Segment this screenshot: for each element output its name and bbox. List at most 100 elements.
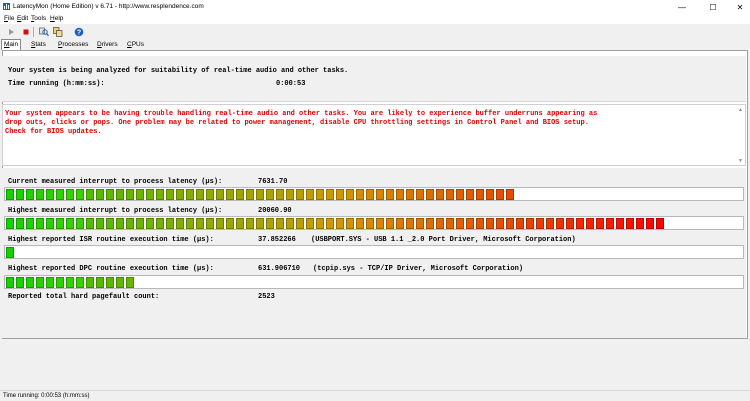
bar-segment <box>316 189 324 200</box>
metric-value: 20060.90 <box>258 207 292 215</box>
bar-segment <box>546 218 554 229</box>
scroll-down-arrow-icon[interactable]: ▼ <box>738 158 743 164</box>
analysis-status-box <box>2 56 746 102</box>
bar-segment <box>466 189 474 200</box>
time-running-label: Time running (h:mm:ss): <box>8 80 105 88</box>
bar-segment <box>496 189 504 200</box>
help-icon[interactable]: ? <box>73 26 85 38</box>
bar-segment <box>166 218 174 229</box>
bar-segment <box>246 189 254 200</box>
bar-segment <box>236 189 244 200</box>
metric-detail: (tcpip.sys - TCP/IP Driver, Microsoft Co… <box>313 265 524 273</box>
tab-cpus[interactable]: CPUs <box>125 40 146 50</box>
bar-segment <box>136 189 144 200</box>
bar-segment <box>296 218 304 229</box>
bar-segment <box>506 218 514 229</box>
tab-drivers[interactable]: Drivers <box>95 40 120 50</box>
bar-segment <box>76 189 84 200</box>
minimize-button[interactable]: — <box>668 0 696 14</box>
bar-segment <box>86 277 94 288</box>
bar-segment <box>246 218 254 229</box>
bar-segment <box>226 218 234 229</box>
bar-segment <box>276 189 284 200</box>
bar-segment <box>366 189 374 200</box>
bar-segment <box>486 189 494 200</box>
bar-segment <box>446 218 454 229</box>
bar-segment <box>416 189 424 200</box>
bar-segment <box>136 218 144 229</box>
play-icon[interactable] <box>5 26 17 38</box>
menu-tools[interactable]: Tools <box>31 15 46 22</box>
window-title: LatencyMon (Home Edition) v 6.71 - http:… <box>13 3 204 10</box>
bar-segment <box>266 218 274 229</box>
bar-segment <box>46 277 54 288</box>
bar-segment <box>386 218 394 229</box>
bar-segment <box>6 247 14 258</box>
bar-segment <box>16 277 24 288</box>
bar-segment <box>106 189 114 200</box>
bar-segment <box>286 189 294 200</box>
bar-segment <box>296 189 304 200</box>
metric-label: Current measured interrupt to process la… <box>8 178 223 186</box>
bar-segment <box>56 189 64 200</box>
menu-help[interactable]: Help <box>50 15 63 22</box>
metric-label: Highest reported DPC routine execution t… <box>8 265 214 273</box>
bar-segment <box>46 189 54 200</box>
bar-segment <box>286 218 294 229</box>
bar-segment <box>556 218 564 229</box>
magnifier-icon[interactable] <box>38 26 50 38</box>
tab-stats[interactable]: Stats <box>29 40 48 50</box>
status-bar-text: Time running: 0:00:53 (h:mm:ss) <box>3 393 90 399</box>
tab-strip: Main Stats Processes Drivers CPUs <box>0 39 750 50</box>
maximize-button[interactable]: ☐ <box>699 0 727 14</box>
bar-segment <box>66 218 74 229</box>
bar-segment <box>226 189 234 200</box>
bar-segment <box>376 189 384 200</box>
bar-segment <box>236 218 244 229</box>
menu-edit[interactable]: Edit <box>17 15 28 22</box>
tab-main[interactable]: Main <box>1 39 22 50</box>
bar-segment <box>26 218 34 229</box>
bar-segment <box>46 218 54 229</box>
bar-segment <box>56 218 64 229</box>
bar-segment <box>16 218 24 229</box>
bar-segment <box>506 189 514 200</box>
bar-segment <box>86 189 94 200</box>
menu-file[interactable]: File <box>4 15 15 22</box>
copy-icon[interactable] <box>52 26 64 38</box>
bar-segment <box>476 189 484 200</box>
latency-bar <box>4 187 744 201</box>
bar-segment <box>126 189 134 200</box>
bar-segment <box>206 218 214 229</box>
bar-segment <box>476 218 484 229</box>
bar-segment <box>646 218 654 229</box>
bar-segment <box>346 189 354 200</box>
bar-segment <box>206 189 214 200</box>
bar-segment <box>116 189 124 200</box>
bar-segment <box>186 218 194 229</box>
bar-segment <box>396 218 404 229</box>
bar-segment <box>36 277 44 288</box>
warning-text: Your system appears to be having trouble… <box>5 110 735 137</box>
bar-segment <box>96 189 104 200</box>
bar-segment <box>376 218 384 229</box>
bar-segment <box>116 277 124 288</box>
bar-segment <box>426 218 434 229</box>
bar-segment <box>586 218 594 229</box>
bar-segment <box>626 218 634 229</box>
metric-value: 631.906710 <box>258 265 301 273</box>
latency-bar <box>4 245 744 259</box>
bar-segment <box>436 218 444 229</box>
bar-segment <box>256 189 264 200</box>
svg-text:?: ? <box>77 29 81 36</box>
title-bar: LatencyMon (Home Edition) v 6.71 - http:… <box>0 0 750 14</box>
close-button[interactable]: ✕ <box>726 0 750 14</box>
stop-icon[interactable] <box>20 26 32 38</box>
bar-segment <box>146 189 154 200</box>
bar-segment <box>616 218 624 229</box>
tab-processes[interactable]: Processes <box>56 40 90 50</box>
bar-segment <box>456 218 464 229</box>
bar-segment <box>336 218 344 229</box>
scroll-up-arrow-icon[interactable]: ▲ <box>738 107 743 113</box>
bar-segment <box>636 218 644 229</box>
